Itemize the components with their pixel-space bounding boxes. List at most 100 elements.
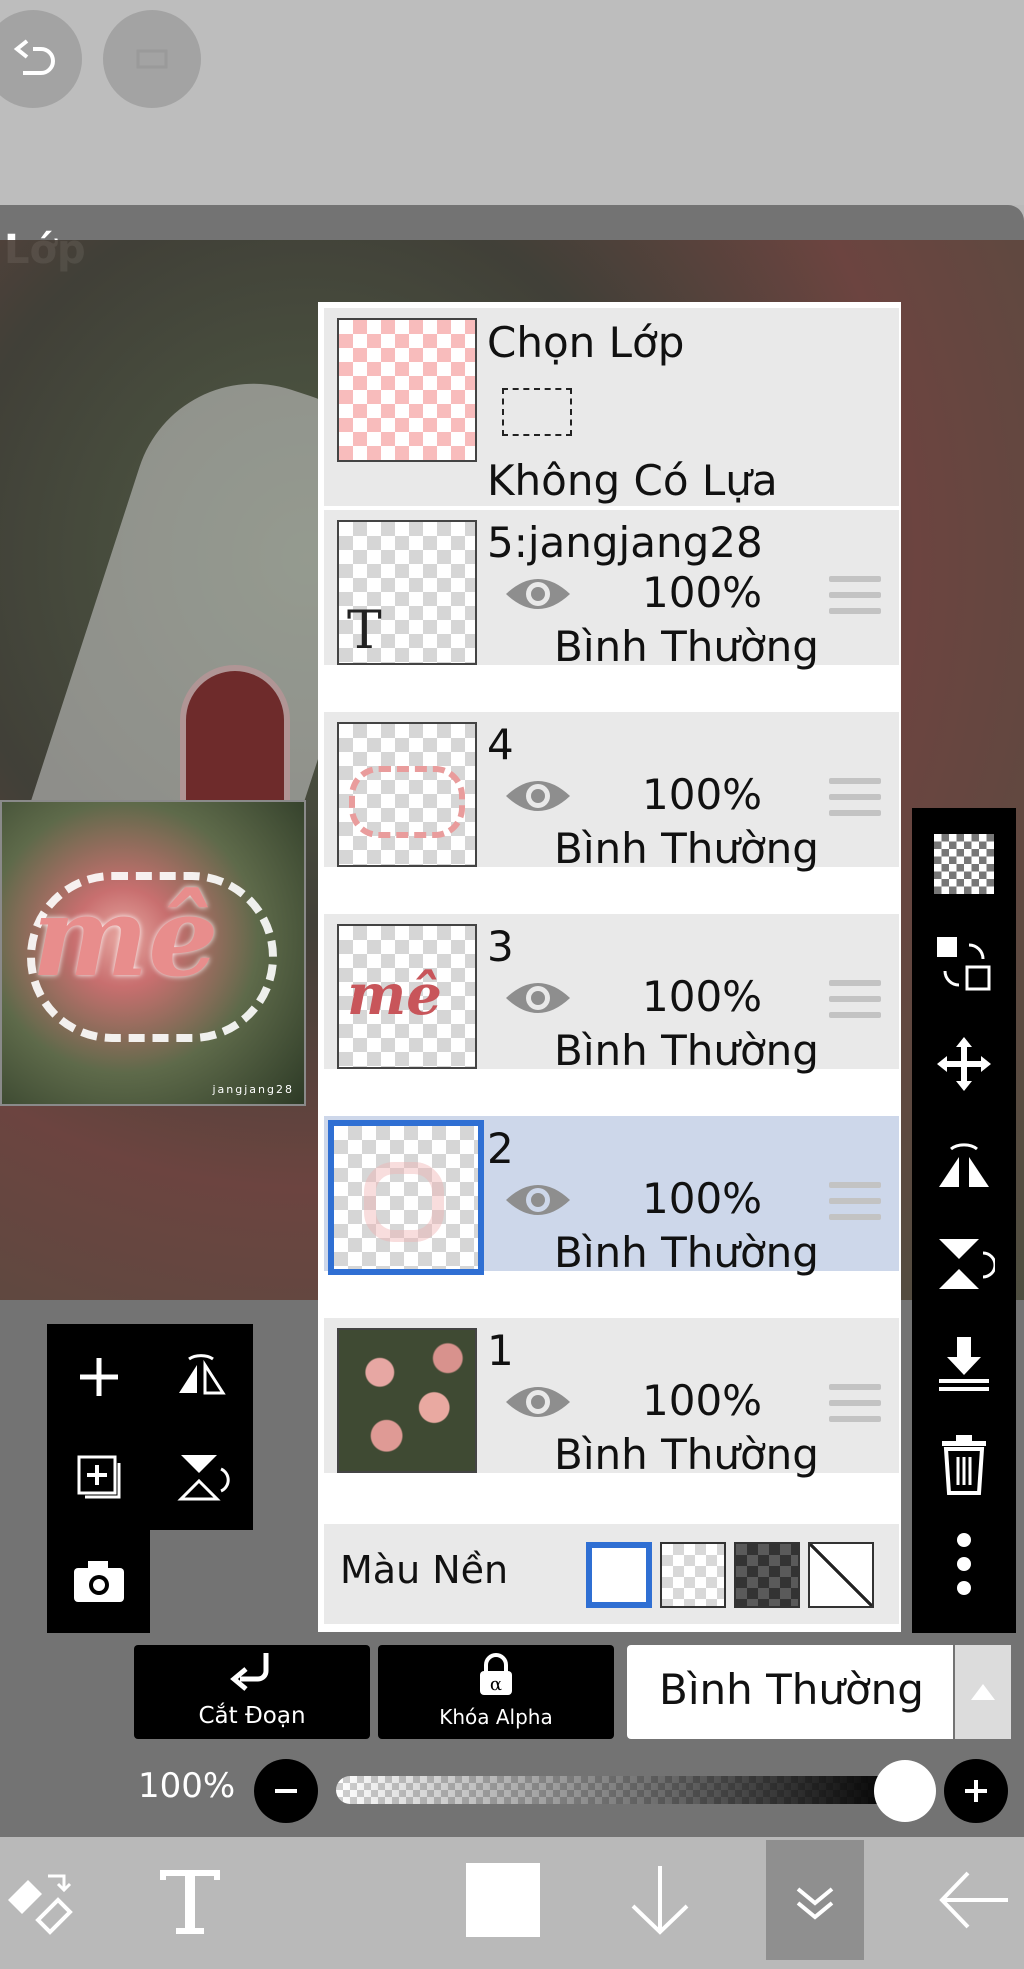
layer-row-selected[interactable]: 2 100% Bình Thường: [324, 1116, 899, 1277]
text-tool-button[interactable]: [140, 1850, 240, 1950]
color-swatch-button[interactable]: [453, 1850, 553, 1950]
layer-name: 5:jangjang28: [487, 518, 763, 567]
trash-icon: [942, 1435, 986, 1495]
drag-handle-icon[interactable]: [829, 1384, 881, 1422]
chevrons-down-icon: [796, 1887, 834, 1920]
checker-icon: [934, 834, 994, 894]
layer-blend-mode: Bình Thường: [554, 1430, 819, 1479]
layer-opacity: 100%: [642, 1376, 763, 1425]
clipping-button[interactable]: Cắt Đoạn: [134, 1645, 370, 1739]
layer-row[interactable]: 1 100% Bình Thường: [324, 1318, 899, 1479]
transform-tool-button[interactable]: [0, 1850, 92, 1950]
alpha-lock-button[interactable]: α Khóa Alpha: [378, 1645, 614, 1739]
background-label: Màu Nền: [340, 1548, 509, 1592]
layer-thumbnail: [337, 1328, 477, 1473]
layer-thumb-word: mê: [347, 962, 442, 1028]
flip-horizontal-button[interactable]: [162, 1338, 240, 1416]
plus-icon: [80, 1358, 118, 1396]
blend-mode-select[interactable]: Bình Thường: [627, 1645, 953, 1739]
svg-text:α: α: [490, 1674, 502, 1695]
undo-button[interactable]: [0, 10, 82, 108]
canvas-preview[interactable]: mê jangjang28: [0, 800, 306, 1106]
layer-name: 3: [487, 922, 514, 971]
swap-icon: [937, 937, 991, 991]
layer-blend-mode: Bình Thường: [554, 1228, 819, 1277]
layer-opacity: 100%: [642, 770, 763, 819]
layer-name: 1: [487, 1326, 514, 1375]
eye-icon[interactable]: [502, 974, 574, 1022]
opacity-slider[interactable]: [336, 1776, 902, 1804]
add-layer-copy-button[interactable]: [60, 1438, 138, 1516]
back-button[interactable]: [924, 1850, 1024, 1950]
layers-list: Chọn Lớp Không Có Lựa Chọn T 5:jangjang2…: [318, 302, 901, 1632]
flip-horizontal-icon: [939, 1143, 989, 1187]
transparency-button[interactable]: [926, 826, 1002, 902]
camera-button[interactable]: [60, 1542, 138, 1620]
arrow-down-icon: [631, 1866, 689, 1935]
flip-vertical-button[interactable]: [162, 1438, 240, 1516]
preview-signature: jangjang28: [212, 1083, 294, 1096]
arrow-left-icon: [939, 1871, 1008, 1929]
more-options-button[interactable]: [926, 1526, 1002, 1602]
selection-layer-row[interactable]: Chọn Lớp Không Có Lựa Chọn: [324, 308, 899, 554]
camera-icon: [74, 1561, 124, 1602]
clipping-label: Cắt Đoạn: [198, 1703, 306, 1729]
clip-arrow-icon: [230, 1653, 269, 1691]
opacity-increase-button[interactable]: [944, 1759, 1008, 1823]
merge-down-icon: [939, 1337, 989, 1391]
eye-icon[interactable]: [502, 1378, 574, 1426]
eye-icon[interactable]: [502, 772, 574, 820]
minus-icon: [275, 1789, 297, 1793]
frame-art: [349, 766, 465, 838]
layer-thumbnail: [337, 722, 477, 867]
more-vertical-icon: [957, 1533, 971, 1595]
selection-title: Chọn Lớp: [487, 318, 685, 367]
drag-handle-icon[interactable]: [829, 1182, 881, 1220]
blend-mode-value: Bình Thường: [659, 1665, 924, 1714]
drag-handle-icon[interactable]: [829, 576, 881, 614]
alpha-lock-label: Khóa Alpha: [439, 1705, 553, 1729]
lock-alpha-icon: α: [480, 1653, 512, 1695]
layer-opacity: 100%: [642, 972, 763, 1021]
text-tool-icon: [160, 1870, 220, 1934]
flip-vertical-icon: [939, 1239, 995, 1289]
redo-button[interactable]: [103, 10, 201, 108]
flip-horizontal-icon: [179, 1354, 226, 1395]
background-dark-swatch[interactable]: [734, 1542, 800, 1608]
layer-thumbnail: mê: [337, 924, 477, 1069]
background-white-swatch[interactable]: [586, 1542, 652, 1608]
background-none-swatch[interactable]: [808, 1542, 874, 1608]
opacity-slider-thumb[interactable]: [874, 1760, 936, 1822]
background-transparent-swatch[interactable]: [660, 1542, 726, 1608]
add-box-icon: [77, 1455, 121, 1499]
delete-layer-button[interactable]: [926, 1426, 1002, 1502]
eye-icon[interactable]: [502, 1176, 574, 1224]
merge-down-button[interactable]: [926, 1326, 1002, 1402]
download-arrow-button[interactable]: [610, 1850, 710, 1950]
blend-mode-dropdown-button[interactable]: [955, 1645, 1011, 1739]
undo-icon: [13, 39, 55, 75]
layer-blend-mode: Bình Thường: [554, 1026, 819, 1075]
selection-marquee-icon: [502, 388, 572, 436]
top-area: [0, 0, 1024, 205]
opacity-label: 100%: [138, 1766, 236, 1806]
faint-art: [364, 1162, 444, 1242]
redo-icon: [136, 49, 168, 69]
move-button[interactable]: [926, 1026, 1002, 1102]
plus-icon: [965, 1780, 987, 1802]
opacity-decrease-button[interactable]: [254, 1759, 318, 1823]
layer-row[interactable]: 4 100% Bình Thường: [324, 712, 899, 873]
layer-row[interactable]: T 5:jangjang28 100% Bình Thường: [324, 510, 899, 671]
layer-row[interactable]: mê 3 100% Bình Thường: [324, 914, 899, 1075]
drag-handle-icon[interactable]: [829, 778, 881, 816]
eye-icon[interactable]: [502, 570, 574, 618]
flip-horizontal-button[interactable]: [926, 1126, 1002, 1202]
layers-panel-button[interactable]: [766, 1840, 864, 1960]
background-color-row: Màu Nền: [324, 1524, 899, 1624]
text-layer-icon: T: [347, 601, 382, 661]
swap-layer-button[interactable]: [926, 926, 1002, 1002]
layer-name: 4: [487, 720, 514, 769]
flip-vertical-button[interactable]: [926, 1226, 1002, 1302]
add-layer-button[interactable]: [60, 1338, 138, 1416]
drag-handle-icon[interactable]: [829, 980, 881, 1018]
